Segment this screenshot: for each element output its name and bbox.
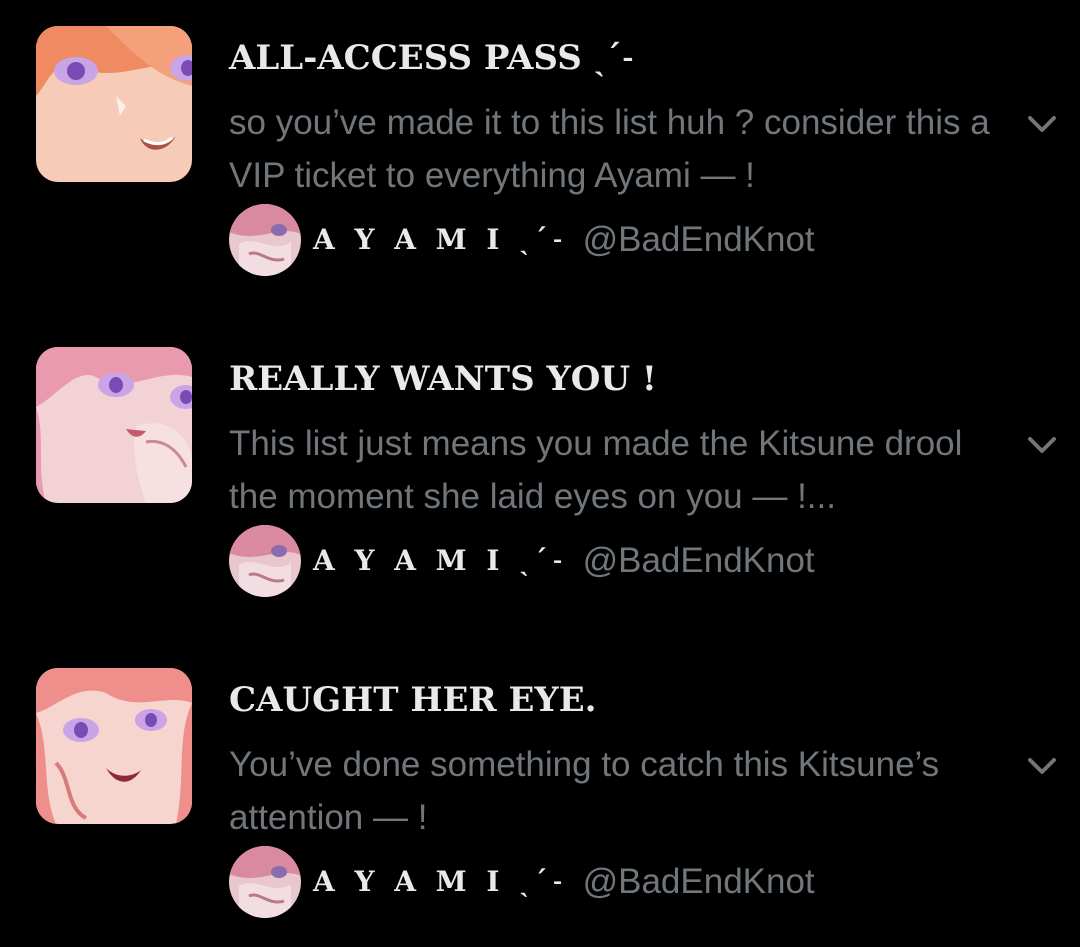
list-cover-art: [36, 26, 192, 182]
avatar[interactable]: [229, 204, 301, 276]
lists-feed: ALL-ACCESS PASS ˎˊ˗ so you’ve made it to…: [0, 0, 1080, 947]
owner-display-name: A Y A M I ˎˊ˗: [313, 223, 569, 256]
list-owner[interactable]: A Y A M I ˎˊ˗ @BadEndKnot: [229, 846, 815, 918]
list-owner[interactable]: A Y A M I ˎˊ˗ @BadEndKnot: [229, 525, 815, 597]
avatar-image: [229, 846, 301, 918]
list-owner[interactable]: A Y A M I ˎˊ˗ @BadEndKnot: [229, 204, 815, 276]
list-cover-image[interactable]: [36, 347, 192, 503]
avatar-image: [229, 204, 301, 276]
list-cover-art: [36, 347, 192, 503]
list-cover-image[interactable]: [36, 26, 192, 182]
list-title[interactable]: REALLY WANTS YOU !: [229, 359, 657, 399]
owner-display-name: A Y A M I ˎˊ˗: [313, 544, 569, 577]
avatar[interactable]: [229, 525, 301, 597]
list-title[interactable]: ALL-ACCESS PASS ˎˊ˗: [229, 38, 635, 78]
owner-display-name: A Y A M I ˎˊ˗: [313, 865, 569, 898]
chevron-down-icon[interactable]: [1024, 106, 1060, 142]
avatar-image: [229, 525, 301, 597]
list-description: so you’ve made it to this list huh ? con…: [229, 103, 990, 195]
owner-handle: @BadEndKnot: [582, 862, 815, 901]
owner-handle: @BadEndKnot: [582, 541, 815, 580]
list-item[interactable]: CAUGHT HER EYE. You’ve done something to…: [0, 668, 1080, 947]
list-cover-art: [36, 668, 192, 824]
chevron-down-icon[interactable]: [1024, 427, 1060, 463]
list-item[interactable]: REALLY WANTS YOU ! This list just means …: [0, 347, 1080, 647]
owner-handle: @BadEndKnot: [582, 220, 815, 259]
list-item[interactable]: ALL-ACCESS PASS ˎˊ˗ so you’ve made it to…: [0, 26, 1080, 326]
list-description: You’ve done something to catch this Kits…: [229, 745, 940, 837]
avatar[interactable]: [229, 846, 301, 918]
chevron-down-icon[interactable]: [1024, 748, 1060, 784]
list-title[interactable]: CAUGHT HER EYE.: [229, 680, 596, 720]
list-description: This list just means you made the Kitsun…: [229, 424, 963, 516]
list-cover-image[interactable]: [36, 668, 192, 824]
